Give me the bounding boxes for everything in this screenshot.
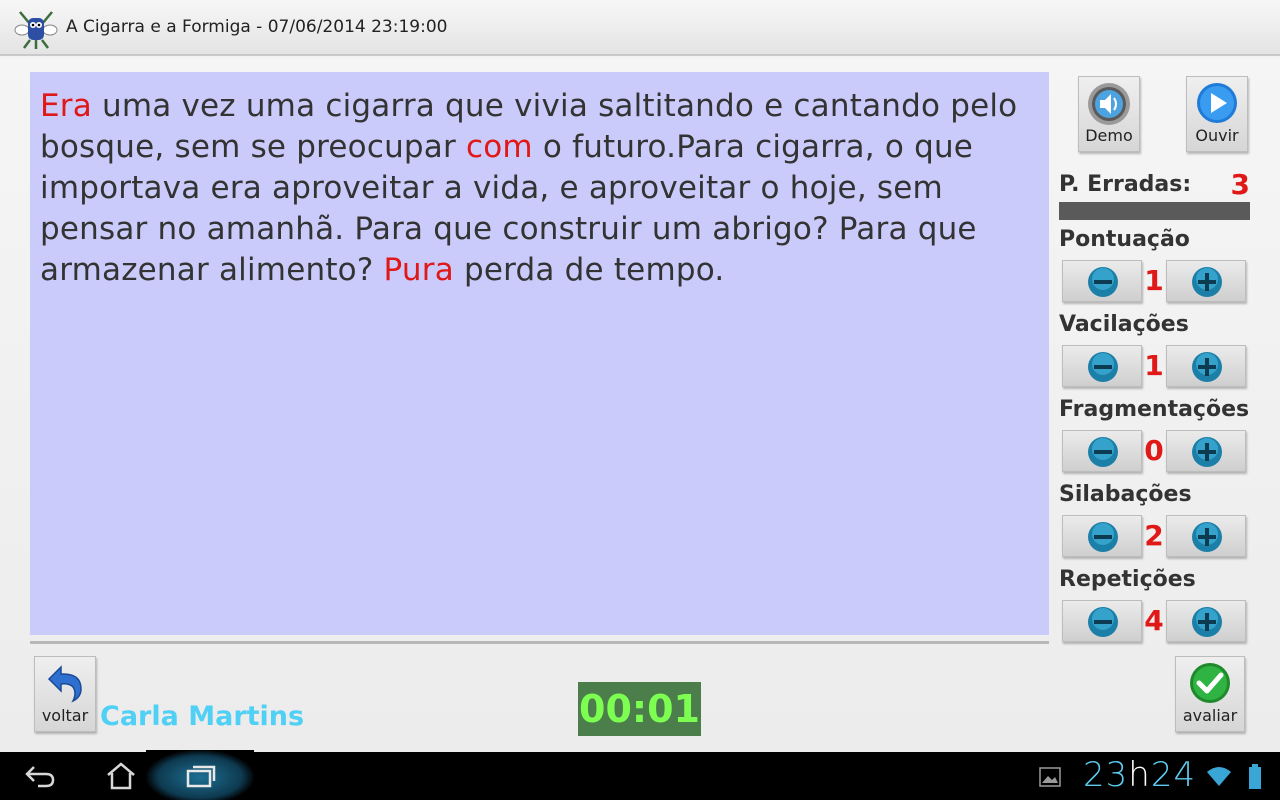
fragmentacoes-count: 0 [1144, 434, 1164, 467]
pontuacao-increment-button[interactable] [1166, 260, 1246, 302]
vacilacoes-increment-button[interactable] [1166, 345, 1246, 387]
category-label-silabacoes: Silabações [1059, 482, 1192, 507]
window-title: A Cigarra e a Formiga - 07/06/2014 23:19… [66, 17, 448, 37]
demo-button[interactable]: Demo [1078, 76, 1140, 152]
reading-timer: 00:01 [578, 682, 701, 736]
errors-label: P. Erradas: [1059, 172, 1192, 197]
error-word[interactable]: Era [40, 88, 92, 124]
minus-icon [1088, 352, 1118, 382]
repeticoes-increment-button[interactable] [1166, 600, 1246, 642]
title-bar: A Cigarra e a Formiga - 07/06/2014 23:19… [0, 0, 1280, 56]
system-navigation-bar: 23h24 [0, 750, 1280, 800]
vacilacoes-decrement-button[interactable] [1062, 345, 1142, 387]
minus-icon [1088, 437, 1118, 467]
repeticoes-count: 4 [1144, 604, 1164, 637]
pontuacao-decrement-button[interactable] [1062, 260, 1142, 302]
vacilacoes-count: 1 [1144, 349, 1164, 382]
minus-icon [1088, 607, 1118, 637]
back-icon[interactable] [24, 763, 56, 789]
category-label-vacilacoes: Vacilações [1059, 312, 1189, 337]
error-word[interactable]: Pura [384, 252, 454, 288]
silabacoes-increment-button[interactable] [1166, 515, 1246, 557]
errors-count: 3 [1230, 168, 1250, 201]
plus-icon [1192, 352, 1222, 382]
gallery-icon[interactable] [1039, 767, 1061, 787]
wifi-icon [1207, 767, 1231, 786]
plus-icon [1192, 437, 1222, 467]
plus-icon [1192, 607, 1222, 637]
minus-icon [1088, 522, 1118, 552]
listen-label: Ouvir [1195, 126, 1239, 145]
repeticoes-decrement-button[interactable] [1062, 600, 1142, 642]
fragmentacoes-decrement-button[interactable] [1062, 430, 1142, 472]
plus-icon [1192, 267, 1222, 297]
minus-icon [1088, 267, 1118, 297]
battery-icon [1249, 764, 1261, 789]
demo-label: Demo [1085, 126, 1133, 145]
story-text-panel: Era uma vez uma cigarra que vivia saltit… [30, 72, 1049, 635]
silabacoes-count: 2 [1144, 519, 1164, 552]
student-name: Carla Martins [100, 701, 305, 732]
category-label-fragmentacoes: Fragmentações [1059, 397, 1250, 422]
evaluate-label: avaliar [1182, 706, 1238, 725]
error-word[interactable]: com [466, 129, 533, 165]
listen-button[interactable]: Ouvir [1186, 76, 1248, 152]
undo-arrow-icon [47, 665, 82, 703]
home-icon[interactable] [105, 761, 137, 791]
back-label: voltar [41, 706, 89, 725]
recent-apps-icon[interactable] [185, 763, 217, 789]
category-label-pontuacao: Pontuação [1059, 227, 1190, 252]
status-clock: 23h24 [1083, 755, 1197, 795]
story-text: Era uma vez uma cigarra que vivia saltit… [40, 86, 1039, 291]
speaker-icon [1088, 83, 1130, 125]
back-button[interactable]: voltar [34, 656, 96, 732]
divider [30, 641, 1049, 644]
ant-mascot-icon [14, 11, 58, 49]
errors-bar [1059, 202, 1250, 220]
category-label-repeticoes: Repetições [1059, 567, 1196, 592]
story-segment: perda de tempo. [453, 252, 725, 288]
play-icon [1197, 83, 1237, 123]
evaluate-button[interactable]: avaliar [1175, 656, 1245, 732]
pontuacao-count: 1 [1144, 264, 1164, 297]
plus-icon [1192, 522, 1222, 552]
checkmark-icon [1190, 663, 1230, 703]
main-content: Era uma vez uma cigarra que vivia saltit… [0, 58, 1280, 752]
silabacoes-decrement-button[interactable] [1062, 515, 1142, 557]
fragmentacoes-increment-button[interactable] [1166, 430, 1246, 472]
